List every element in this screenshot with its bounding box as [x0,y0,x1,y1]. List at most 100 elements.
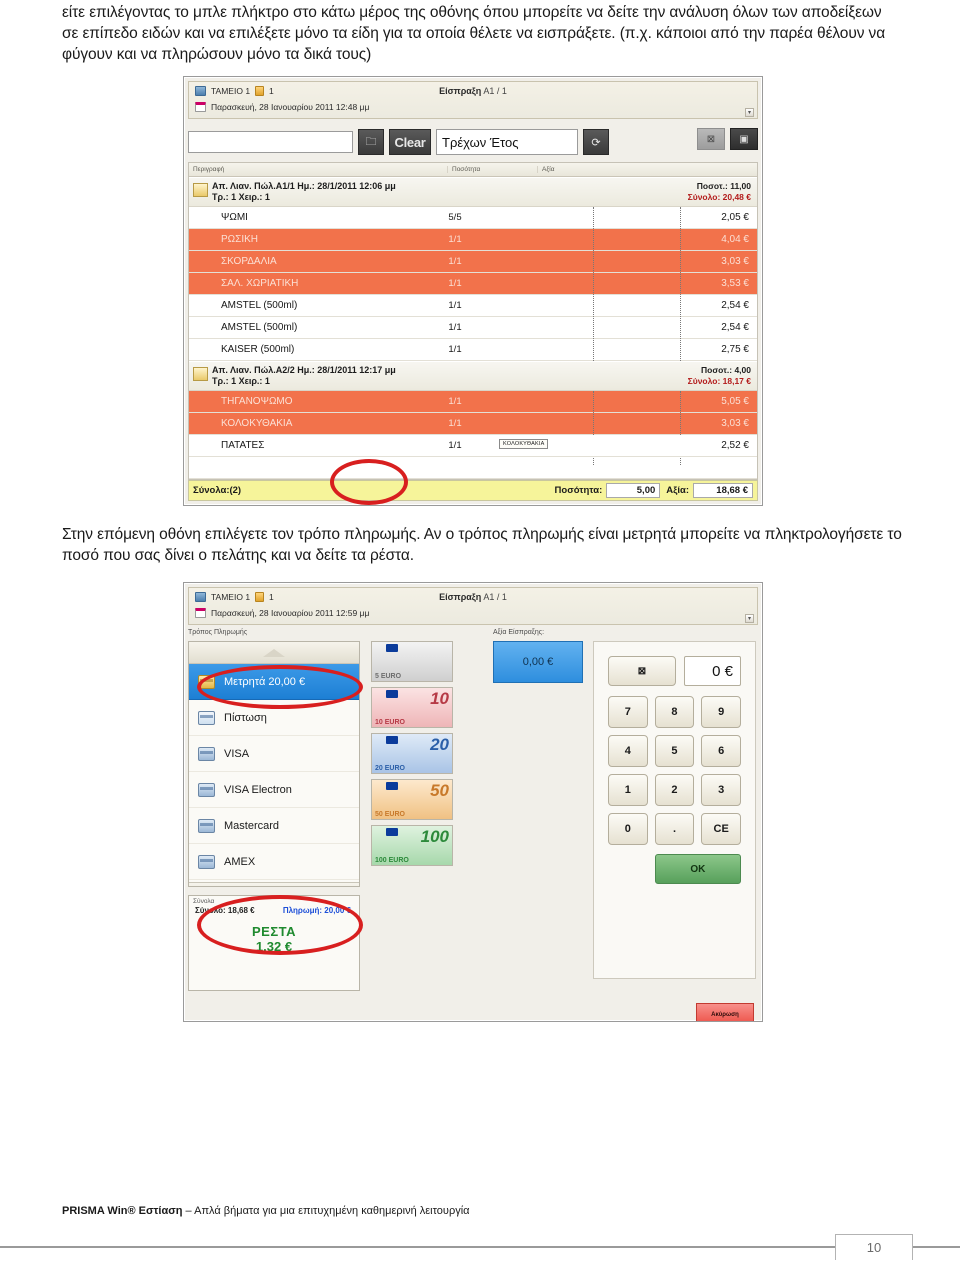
payment-method-label: Τρόπος Πληρωμής [188,629,248,636]
key-7[interactable]: 7 [608,696,648,728]
banknote-50[interactable]: 50 50 EURO [371,779,453,820]
receipt-icon [193,183,208,197]
document-title-group: Απ. Λιαν. Πώλ.Α2/2 Ημ.: 28/1/2011 12:17 … [193,365,396,387]
table-row[interactable]: AMSTEL (500ml) 1/1 2,54 € [189,317,757,339]
key-2[interactable]: 2 [654,774,695,806]
document-totals: Ποσοτ.: 11,00 Σύνολο: 20,48 € [688,181,751,203]
list-item[interactable]: Μετρητά 20,00 € [189,664,359,700]
list-item[interactable]: Mastercard [189,808,359,844]
item-value: 3,03 € [721,256,749,267]
banknote-caption: 50 EURO [375,811,405,818]
period-select[interactable]: Τρέχων Έτος [436,129,578,155]
pos-header-title-group: Είσπραξη Α1 / 1 [439,592,507,602]
collection-value-button[interactable]: 0,00 € [493,641,583,683]
key-decimal[interactable]: . [654,813,695,845]
document-group-header[interactable]: Απ. Λιαν. Πώλ.Α1/1 Ημ.: 28/1/2011 12:06 … [189,177,757,207]
payment-method-label-5: AMEX [224,855,256,868]
document-title: Απ. Λιαν. Πώλ.Α2/2 Ημ.: 28/1/2011 12:17 … [212,365,396,375]
scroll-up-button[interactable] [189,642,359,664]
item-value: 3,03 € [721,418,749,429]
key-ce[interactable]: CE [701,813,741,845]
item-qty: 1/1 [448,440,462,451]
pos-doc-ref: Α1 / 1 [483,86,507,96]
totals-caption: Σύνολα [193,898,215,905]
payment-method-list: Μετρητά 20,00 € Πίστωση VISA VISA Electr… [188,641,360,887]
table-row[interactable]: ΠΑΤΑΤΕΣ ΚΟΛΟΚΥΘΑΚΙΑ 1/1 2,52 € [189,435,757,457]
key-8[interactable]: 8 [654,696,695,728]
card-icon [198,818,215,833]
payment-totals-panel: Σύνολα Σύνολο: 18,68 € Πληρωμή: 20,00 € … [188,895,360,991]
keypad-inner: ⊠ 0 € 7 8 9 4 5 6 1 2 3 0 . CE OK [608,656,741,884]
totals-label: Σύνολα:(2) [193,485,242,496]
table-row[interactable]: ΣΑΛ. ΧΩΡΙΑΤΙΚΗ 1/1 3,53 € [189,273,757,295]
close-icon[interactable]: ⊠ [697,128,725,150]
key-3[interactable]: 3 [701,774,741,806]
item-name: AMSTEL (500ml) [221,300,298,311]
list-item[interactable]: VISA Electron [189,772,359,808]
eu-flag-icon [386,828,398,836]
backspace-icon[interactable]: ⊠ [608,656,676,686]
header-collapse-caret[interactable]: ▾ [745,108,754,117]
pos-header-2: ΤΑΜΕΙΟ 1 1 Είσπραξη Α1 / 1 Παρασκευή, 28… [188,587,758,625]
document-qty: Ποσοτ.: 4,00 [701,365,751,375]
totals-qty-value: 5,00 [606,483,661,498]
user-label: 1 [269,86,274,96]
pos-header-row-date: Παρασκευή, 28 Ιανουαρίου 2011 12:48 μμ [195,102,369,112]
user-label: 1 [269,592,274,602]
keypad-display-row: ⊠ 0 € [608,656,741,686]
banknote-5[interactable]: 5 EURO [371,641,453,682]
key-9[interactable]: 9 [701,696,741,728]
user-icon [255,86,265,96]
list-item[interactable]: Πίστωση [189,700,359,736]
cancel-button[interactable]: Ακύρωση [696,1003,754,1021]
table-row[interactable]: KAISER (500ml) 1/1 2,75 € [189,339,757,361]
payment-method-panel: Μετρητά 20,00 € Πίστωση VISA VISA Electr… [188,641,360,991]
document-title-group: Απ. Λιαν. Πώλ.Α1/1 Ημ.: 28/1/2011 12:06 … [193,181,396,203]
document-group-header[interactable]: Απ. Λιαν. Πώλ.Α2/2 Ημ.: 28/1/2011 12:17 … [189,361,757,391]
keypad-display: 0 € [684,656,741,686]
banknote-10[interactable]: 10 10 EURO [371,687,453,728]
table-row[interactable]: ΚΟΛΟΚΥΘΑΚΙΑ 1/1 3,03 € [189,413,757,435]
totals-row: Σύνολο: 18,68 € Πληρωμή: 20,00 € [189,905,359,915]
search-input[interactable] [188,131,353,153]
eu-flag-icon [386,690,398,698]
table-row[interactable]: ΤΗΓΑΝΟΨΩΜΟ 1/1 5,05 € [189,391,757,413]
calendar-icon [195,102,206,112]
clear-button[interactable]: Clear [389,129,431,155]
document-title: Απ. Λιαν. Πώλ.Α1/1 Ημ.: 28/1/2011 12:06 … [212,181,396,191]
monitor-icon [195,86,206,96]
list-item[interactable]: VISA [189,736,359,772]
refresh-icon[interactable]: ⟳ [583,129,609,155]
key-1[interactable]: 1 [608,774,648,806]
item-tooltip: ΚΟΛΟΚΥΘΑΚΙΑ [499,439,549,449]
header-collapse-caret[interactable]: ▾ [745,614,754,623]
payment-method-label-0: Μετρητά 20,00 € [224,675,306,688]
item-name: ΡΩΣΙΚΗ [221,234,258,245]
pos-toolbar: 🗀 Clear Τρέχων Έτος ⟳ ⊠ ▣ [188,124,758,160]
key-4[interactable]: 4 [608,735,648,767]
table-row[interactable]: ΨΩΜΙ 5/5 2,05 € [189,207,757,229]
scroll-down-button[interactable] [189,882,359,886]
amount-paid: Πληρωμή: 20,00 € [282,906,351,915]
item-name: ΠΑΤΑΤΕΣ [221,440,265,451]
maximize-icon[interactable]: ▣ [730,128,758,150]
card-icon [198,782,215,797]
item-value: 4,04 € [721,234,749,245]
item-qty: 1/1 [448,234,462,245]
folder-icon[interactable]: 🗀 [358,129,384,155]
footer-divider [0,1246,960,1248]
numeric-keypad-panel: ⊠ 0 € 7 8 9 4 5 6 1 2 3 0 . CE OK [593,641,756,979]
table-row[interactable]: ΣΚΟΡΔΑΛΙΑ 1/1 3,03 € [189,251,757,273]
banknote-20[interactable]: 20 20 EURO [371,733,453,774]
key-5[interactable]: 5 [654,735,695,767]
table-row[interactable]: AMSTEL (500ml) 1/1 2,54 € [189,295,757,317]
document-title-lines: Απ. Λιαν. Πώλ.Α2/2 Ημ.: 28/1/2011 12:17 … [212,365,396,387]
key-6[interactable]: 6 [701,735,741,767]
list-item[interactable]: AMEX [189,844,359,880]
ok-button[interactable]: OK [654,854,741,884]
table-row[interactable]: ΡΩΣΙΚΗ 1/1 4,04 € [189,229,757,251]
payment-method-label-1: Πίστωση [224,711,267,724]
banknote-100[interactable]: 100 100 EURO [371,825,453,866]
item-qty: 1/1 [448,344,462,355]
key-0[interactable]: 0 [608,813,648,845]
